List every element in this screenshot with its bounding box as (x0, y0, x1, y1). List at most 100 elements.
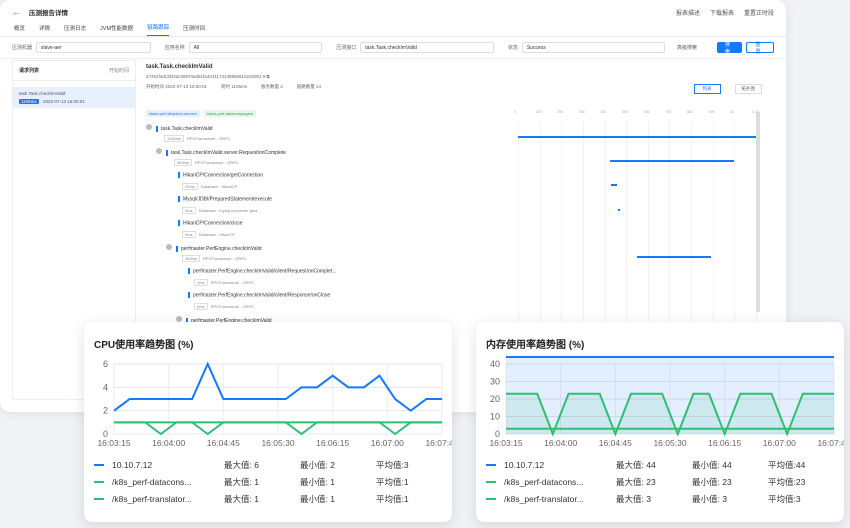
span-row[interactable]: perfmaster.PerfEngine.checkImValid (166, 244, 262, 252)
legend-row[interactable]: 10.10.7.12 最大值: 6 最小值: 2 平均值:3 (94, 456, 446, 473)
span-duration: 20ms (182, 183, 198, 190)
legend-series-name: /k8s_perf-translator... (112, 493, 192, 504)
sort-select[interactable]: 开始时间 (109, 67, 129, 74)
tab-jvm[interactable]: JVM性能数据 (100, 24, 133, 36)
filter-status-label: 状态 (507, 45, 518, 51)
legend-row[interactable]: /k8s_perf-translator... 最大值: 1 最小值: 1 平均… (94, 490, 446, 507)
describe-button[interactable]: 报表描述 (676, 8, 700, 17)
legend-avg: 平均值:3 (376, 459, 409, 470)
timeline-tick: 0 (514, 110, 516, 114)
filter-machine-label: 压测机器 (12, 45, 33, 51)
service-tags: slave-perf-dispatch-service slave-perf-d… (146, 110, 772, 117)
y-tick-label: 20 (490, 394, 500, 404)
x-tick-label: 16:03:15 (489, 438, 522, 448)
filter-bar: 压测机器 slave-aer 应用名称 All 压测接口 task.Task.c… (0, 37, 786, 59)
list-item-name: task.Task.checkImValid (19, 91, 66, 96)
download-button[interactable]: 下载报表 (710, 8, 734, 17)
timeline-tick: 700 (665, 110, 672, 114)
span-bar (518, 136, 756, 138)
filter-api-select[interactable]: task.Task.checkImValid (360, 42, 494, 53)
trace-duration: 耗时 1106ms (221, 84, 247, 89)
span-framework: RPCFramework - GRPC (186, 136, 231, 141)
search-button[interactable]: 搜索 (716, 42, 743, 55)
trace-id: 27491f4dc2bf4dc08870ad91fa40411741489908… (146, 74, 262, 79)
legend-marker (486, 463, 496, 466)
span-duration: 0ms (194, 303, 208, 310)
copy-icon[interactable]: ⧉ (266, 74, 269, 79)
scrollbar[interactable] (756, 112, 760, 312)
memory-usage-card: 内存使用率趋势图 (%) 0 10 20 30 40 16:03:15 16:04:00 16… (476, 322, 844, 522)
legend-series-name: /k8s_perf-datacons... (112, 476, 192, 487)
cpu-usage-card: CPU使用率趋势图 (%) 0 2 4 6 16:03:15 16:04:00 16:04:… (84, 322, 452, 522)
span-bar (610, 160, 734, 162)
span-bar (611, 184, 617, 186)
timeline-tick: 400 (600, 110, 607, 114)
list-item-time: 2022-07-13 15:00:01 (42, 99, 85, 104)
span-row[interactable]: perfmaster.PerfEngine.checkImValid/clien… (188, 268, 336, 274)
collapse-icon[interactable] (166, 244, 172, 250)
collapse-icon[interactable] (146, 124, 152, 130)
tab-trace[interactable]: 链路跟踪 (147, 23, 170, 36)
span-row[interactable]: HikariCP/Connection/getConnection (178, 172, 263, 178)
legend-row[interactable]: 10.10.7.12 最大值: 44 最小值: 44 平均值:44 (486, 456, 838, 473)
span-framework: Database - HikariCP (200, 184, 238, 189)
trace-start-time: 开始时间 2022-07-13 15:00:01 (146, 84, 208, 89)
timeline-tick: 900 (708, 110, 715, 114)
legend-avg: 平均值:3 (768, 493, 801, 504)
legend-row[interactable]: /k8s_perf-datacons... 最大值: 23 最小值: 23 平均… (486, 473, 838, 490)
x-tick-label: 16:03:15 (97, 438, 130, 448)
span-row[interactable]: HikariCP/Connection/close (178, 220, 242, 226)
back-arrow-icon[interactable]: ← (12, 7, 21, 17)
advanced-search-link[interactable]: 高级搜索 (677, 44, 697, 51)
legend-max: 最大值: 44 (616, 459, 656, 470)
filter-app-select[interactable]: All (188, 42, 323, 53)
x-tick-label: 16:07:00 (371, 438, 404, 448)
tab-time[interactable]: 压测时间 (183, 24, 205, 36)
legend-marker (486, 497, 496, 500)
timeline-tick: 600 (643, 110, 650, 114)
tab-overview[interactable]: 概览 (14, 24, 25, 36)
span-row[interactable]: task.Task.checkImValid (146, 124, 213, 132)
timeline-tick: 1k (730, 110, 735, 114)
reset-button[interactable]: 重置 (746, 42, 774, 55)
span-framework: RPCFramework - GRPC (195, 160, 239, 165)
tab-details[interactable]: 详情 (39, 24, 50, 36)
tab-logs[interactable]: 压测日志 (64, 24, 86, 36)
legend-row[interactable]: /k8s_perf-translator... 最大值: 3 最小值: 3 平均… (486, 490, 838, 507)
filter-status-select[interactable]: Success (521, 42, 665, 53)
span-duration: 1ms (194, 279, 208, 286)
legend-max: 最大值: 23 (616, 476, 656, 487)
top-actions: 报表描述 下载报表 重置正时段 (676, 8, 774, 17)
span-meta: 1106ms RPCFramework - GRPC (164, 135, 231, 142)
reset-time-button[interactable]: 重置正时段 (744, 8, 774, 17)
topology-button[interactable]: 拓扑图 (734, 84, 762, 94)
collapse-icon[interactable] (156, 148, 162, 154)
filter-machine-select[interactable]: slave-aer (36, 42, 151, 53)
trace-id-select[interactable]: 27491f4dc2bf4dc08870ad91fa40411741489908… (146, 74, 772, 80)
span-meta: 3ms Database - mysql-connector-java (182, 207, 258, 214)
span-name: perfmaster.PerfEngine.checkImValid/clien… (193, 268, 337, 275)
span-name: HikariCP/Connection/close (183, 220, 243, 227)
span-row[interactable]: Mysql/JDBI/PreparedStatement/execute (178, 196, 272, 202)
legend-row[interactable]: /k8s_perf-datacons... 最大值: 1 最小值: 1 平均值:… (94, 473, 446, 490)
span-duration: 0ms (182, 231, 196, 238)
top-bar: ← 压测报告详情 报表描述 下载报表 重置正时段 (0, 0, 786, 24)
legend-avg: 平均值:1 (376, 476, 409, 487)
x-tick-label: 16:07:45 (425, 438, 452, 448)
list-view-button[interactable]: 列表 (693, 84, 721, 94)
legend-min: 最小值: 44 (692, 459, 732, 470)
span-row[interactable]: task.Task.checkImValid.server.Request/on… (156, 148, 286, 156)
span-bar (637, 256, 711, 258)
legend-min: 最小值: 1 (300, 476, 335, 487)
list-item[interactable]: task.Task.checkImValid 1106ms 2022-07-13… (13, 87, 135, 108)
legend-max: 最大值: 1 (224, 493, 259, 504)
span-meta: 366ms RPCFramework - GRPC (182, 255, 247, 262)
span-row[interactable]: perfmaster.PerfEngine.checkImValid/clien… (188, 292, 330, 298)
legend-series-name: /k8s_perf-translator... (504, 493, 584, 504)
span-framework: Database - HikariCP (198, 232, 236, 237)
x-tick-label: 16:05:30 (653, 438, 686, 448)
span-marker (176, 245, 178, 252)
cpu-card-title: CPU使用率趋势图 (%) (94, 340, 194, 351)
trace-span-count: 链路数量 14 (296, 84, 322, 89)
span-framework: Database - mysql-connector-java (198, 208, 258, 213)
